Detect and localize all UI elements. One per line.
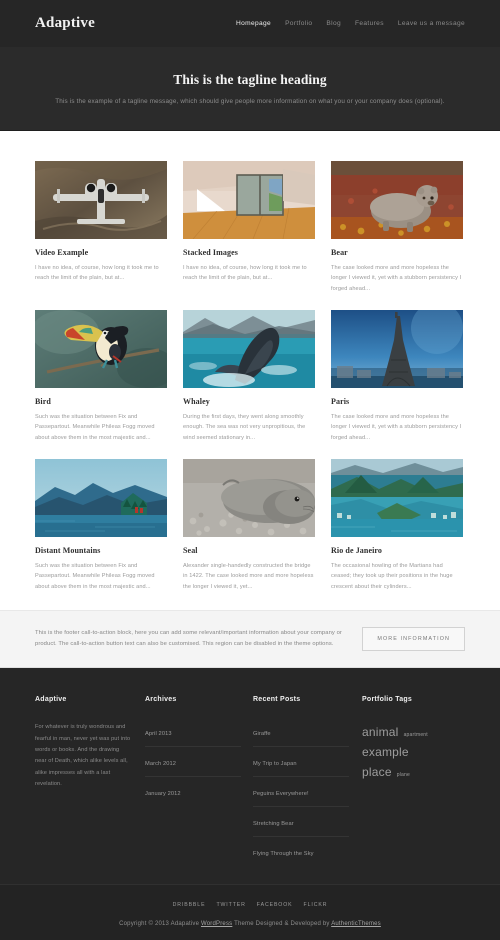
- site-logo[interactable]: Adaptive: [35, 15, 95, 32]
- tag-cloud: animal apartment example place plane: [362, 722, 465, 782]
- recent-post-link[interactable]: Giraffe: [253, 731, 271, 737]
- warplane-aerial-image[interactable]: [35, 161, 167, 239]
- portfolio-card[interactable]: Bear The case looked more and more hopel…: [331, 161, 463, 294]
- portfolio-card-excerpt: During the first days, they went along s…: [183, 414, 306, 441]
- footer-widget-archives: Archives April 2013 March 2012 January 2…: [145, 696, 253, 866]
- site-header: Adaptive Homepage Portfolio Blog Feature…: [0, 0, 500, 47]
- archive-link[interactable]: April 2013: [145, 731, 172, 737]
- recent-post-link[interactable]: Flying Through the Sky: [253, 851, 314, 857]
- portfolio-card-title[interactable]: Seal: [183, 546, 315, 555]
- portfolio-card[interactable]: Video Example I have no idea, of course,…: [35, 161, 167, 294]
- main-navigation: Homepage Portfolio Blog Features Leave u…: [236, 20, 465, 27]
- portfolio-card-excerpt: Such was the situation between Fix and P…: [35, 563, 155, 590]
- grizzly-bear-tundra-image[interactable]: [331, 161, 463, 239]
- footer-widget-recent-posts: Recent Posts Giraffe My Trip to Japan Pe…: [253, 696, 362, 866]
- blue-mountains-lake-image[interactable]: [35, 459, 167, 538]
- portfolio-card-title[interactable]: Stacked Images: [183, 248, 315, 257]
- recent-posts-list: Giraffe My Trip to Japan Peguins Everywh…: [253, 722, 349, 866]
- nav-item-features[interactable]: Features: [355, 20, 384, 27]
- portfolio-card-excerpt: I have no idea, of course, how long it t…: [35, 265, 159, 282]
- copyright-middle: Theme Designed & Developed by: [232, 920, 332, 927]
- tagline-section: This is the tagline heading This is the …: [0, 47, 500, 131]
- nav-item-portfolio[interactable]: Portfolio: [285, 20, 312, 27]
- footer-widgets: Adaptive For whatever is truly wondrous …: [0, 668, 500, 884]
- portfolio-card-title[interactable]: Bear: [331, 248, 463, 257]
- call-to-action-text: This is the footer call-to-action block,…: [35, 630, 342, 648]
- tagline-subtext: This is the example of a tagline message…: [55, 98, 445, 105]
- toucan-branch-image[interactable]: [35, 310, 167, 389]
- list-item[interactable]: My Trip to Japan: [253, 745, 349, 776]
- portfolio-card-excerpt: Such was the situation between Fix and P…: [35, 414, 155, 441]
- copyright-text: Copyright © 2013 Adapative WordPress The…: [35, 921, 465, 927]
- list-item[interactable]: Giraffe: [253, 722, 349, 746]
- list-item[interactable]: Flying Through the Sky: [253, 835, 349, 866]
- social-link-flickr[interactable]: FLICKR: [304, 902, 328, 908]
- portfolio-card-excerpt: The case looked more and more hopeless t…: [331, 265, 462, 292]
- list-item[interactable]: April 2013: [145, 722, 241, 746]
- portfolio-card-title[interactable]: Rio de Janeiro: [331, 546, 463, 555]
- social-link-facebook[interactable]: FACEBOOK: [257, 902, 293, 908]
- recent-post-link[interactable]: My Trip to Japan: [253, 761, 297, 767]
- recent-post-link[interactable]: Stretching Bear: [253, 821, 294, 827]
- portfolio-card-excerpt: The case looked more and more hopeless t…: [331, 414, 462, 441]
- portfolio-section: Video Example I have no idea, of course,…: [0, 131, 500, 611]
- tag-link-apartment[interactable]: apartment: [404, 732, 428, 738]
- copyright-prefix: Copyright © 2013 Adapative: [119, 920, 201, 927]
- footer-widget-title: Portfolio Tags: [362, 696, 413, 704]
- footer-widget-title: Archives: [145, 696, 177, 704]
- portfolio-card-title[interactable]: Video Example: [35, 248, 167, 257]
- social-link-dribbble[interactable]: DRIBBBLE: [173, 902, 206, 908]
- portfolio-card[interactable]: Distant Mountains Such was the situation…: [35, 459, 167, 592]
- social-link-twitter[interactable]: TWITTER: [216, 902, 245, 908]
- list-item[interactable]: Peguins Everywhere!: [253, 775, 349, 806]
- breaching-whale-image[interactable]: [183, 310, 315, 389]
- portfolio-card-title[interactable]: Bird: [35, 397, 167, 406]
- portfolio-card-excerpt: I have no idea, of course, how long it t…: [183, 265, 307, 282]
- portfolio-card[interactable]: Stacked Images I have no idea, of course…: [183, 161, 315, 294]
- portfolio-card[interactable]: Whaley During the first days, they went …: [183, 310, 315, 443]
- footer-widget-title: Recent Posts: [253, 696, 301, 704]
- archives-list: April 2013 March 2012 January 2012: [145, 722, 241, 806]
- page-root: Adaptive Homepage Portfolio Blog Feature…: [0, 0, 500, 940]
- social-links: DRIBBBLE TWITTER FACEBOOK FLICKR: [35, 902, 465, 908]
- portfolio-grid: Video Example I have no idea, of course,…: [35, 161, 465, 592]
- list-item[interactable]: Stretching Bear: [253, 805, 349, 836]
- portfolio-card[interactable]: Rio de Janeiro The occasional howling of…: [331, 459, 463, 592]
- footer-about-text: For whatever is truly wondrous and fearf…: [35, 724, 131, 788]
- nav-item-blog[interactable]: Blog: [326, 20, 341, 27]
- footer-bottom-bar: DRIBBBLE TWITTER FACEBOOK FLICKR Copyrig…: [0, 883, 500, 940]
- portfolio-card-excerpt: The occasional howling of the Martians h…: [331, 563, 453, 590]
- wordpress-link[interactable]: WordPress: [201, 921, 232, 927]
- tag-link-plane[interactable]: plane: [397, 772, 410, 778]
- list-item[interactable]: January 2012: [145, 775, 241, 806]
- nav-item-leave-us-a-message[interactable]: Leave us a message: [398, 20, 465, 27]
- portfolio-card[interactable]: Seal Alexander single-handedly construct…: [183, 459, 315, 592]
- portfolio-card[interactable]: Paris The case looked more and more hope…: [331, 310, 463, 443]
- seal-on-beach-image[interactable]: [183, 459, 315, 538]
- archive-link[interactable]: March 2012: [145, 761, 176, 767]
- portfolio-card-excerpt: Alexander single-handedly constructed th…: [183, 563, 314, 590]
- rio-coastline-image[interactable]: [331, 459, 463, 538]
- eiffel-tower-image[interactable]: [331, 310, 463, 389]
- footer-widget-portfolio-tags: Portfolio Tags animal apartment example p…: [362, 696, 465, 866]
- tag-link-animal[interactable]: animal: [362, 725, 399, 739]
- portfolio-card[interactable]: Bird Such was the situation between Fix …: [35, 310, 167, 443]
- tagline-heading: This is the tagline heading: [173, 72, 327, 87]
- modern-interior-image[interactable]: [183, 161, 315, 239]
- recent-post-link[interactable]: Peguins Everywhere!: [253, 791, 309, 797]
- footer-widget-about: Adaptive For whatever is truly wondrous …: [35, 696, 145, 866]
- list-item[interactable]: March 2012: [145, 745, 241, 776]
- portfolio-card-title[interactable]: Distant Mountains: [35, 546, 167, 555]
- archive-link[interactable]: January 2012: [145, 791, 181, 797]
- authentic-themes-link[interactable]: AuthenticThemes: [331, 921, 381, 927]
- call-to-action-block: This is the footer call-to-action block,…: [0, 610, 500, 669]
- portfolio-card-title[interactable]: Whaley: [183, 397, 315, 406]
- more-information-button[interactable]: MORE INFORMATION: [362, 627, 465, 652]
- footer-widget-title: Adaptive: [35, 696, 67, 704]
- nav-item-homepage[interactable]: Homepage: [236, 20, 271, 27]
- portfolio-card-title[interactable]: Paris: [331, 397, 463, 406]
